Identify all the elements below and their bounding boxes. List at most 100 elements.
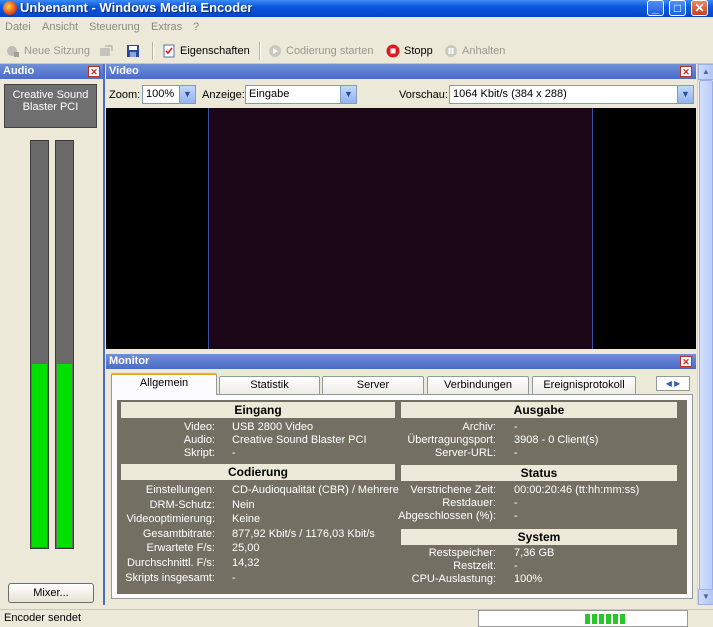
scroll-thumb[interactable]: [699, 80, 713, 594]
stat-value: -: [514, 421, 518, 433]
zoom-select[interactable]: 100% ▼: [142, 85, 196, 104]
stat-value: 00:00:20:46 (tt:hh:mm:ss): [514, 484, 640, 496]
chevron-down-icon[interactable]: ▼: [340, 86, 356, 103]
pause-button[interactable]: Anhalten: [444, 43, 505, 59]
pause-icon: [445, 45, 457, 57]
zoom-label: Zoom:: [109, 89, 141, 101]
view-value: Eingabe: [249, 88, 290, 100]
tab-statistik[interactable]: Statistik: [219, 376, 320, 394]
video-frame: [208, 108, 593, 349]
zoom-value: 100%: [146, 88, 175, 100]
toolbar: Neue Sitzung Eigenschaften Codierung sta…: [0, 38, 713, 64]
video-close-icon[interactable]: ✕: [680, 66, 692, 77]
stat-label: Einstellungen:: [145, 484, 215, 496]
stat-value: 100%: [514, 573, 543, 585]
stop-label: Stopp: [404, 45, 433, 57]
menu-steuerung[interactable]: Steuerung: [89, 21, 140, 33]
menu-extras[interactable]: Extras: [151, 21, 182, 33]
properties-button[interactable]: Eigenschaften: [162, 43, 250, 59]
tab-server[interactable]: Server: [322, 376, 424, 394]
audio-device-line2: Blaster PCI: [22, 101, 79, 113]
close-button[interactable]: ✕: [691, 0, 708, 16]
stat-value: 3908 - 0 Client(s): [514, 434, 599, 446]
video-panel-title: Video: [106, 64, 696, 79]
stat-label: Videooptimierung:: [126, 513, 215, 525]
tab-scroll-icon[interactable]: ◀ ▶: [656, 376, 690, 391]
audio-device-box: Creative Sound Blaster PCI: [4, 84, 97, 128]
audio-close-icon[interactable]: ✕: [88, 66, 100, 77]
tab-ereignisprotokoll[interactable]: Ereignisprotokoll: [532, 376, 636, 394]
scroll-down-icon[interactable]: ▼: [698, 589, 713, 605]
section-output-title: Ausgabe: [401, 402, 677, 418]
activity-indicator: [478, 610, 688, 627]
stat-value: -: [514, 560, 518, 572]
stat-value: -: [514, 447, 518, 459]
menu-bar: Datei Ansicht Steuerung Extras ?: [0, 17, 713, 37]
save-button[interactable]: [126, 43, 140, 59]
properties-label: Eigenschaften: [180, 45, 250, 57]
audio-meter-right: [55, 140, 74, 549]
app-icon: [3, 1, 17, 15]
stat-label: Verstrichene Zeit:: [410, 484, 496, 496]
view-select[interactable]: Eingabe ▼: [245, 85, 357, 104]
video-controls: Zoom: 100% ▼ Anzeige: Eingabe ▼ Vorschau…: [106, 80, 696, 108]
view-label: Anzeige:: [202, 89, 245, 101]
preview-select[interactable]: 1064 Kbit/s (384 x 288) ▼: [449, 85, 694, 104]
stat-value: 25,00: [232, 542, 260, 554]
open-icon: [100, 45, 113, 56]
save-icon: [127, 45, 139, 57]
tab-verbindungen[interactable]: Verbindungen: [427, 376, 529, 394]
stat-label: Durchschnittl. F/s:: [126, 557, 215, 569]
section-encoding-title: Codierung: [121, 464, 395, 480]
maximize-button[interactable]: □: [669, 0, 686, 16]
minimize-button[interactable]: _: [647, 0, 664, 16]
start-encoding-button[interactable]: Codierung starten: [268, 43, 373, 59]
audio-panel: Audio ✕: [0, 64, 105, 605]
pause-label: Anhalten: [462, 45, 506, 57]
stat-value: USB 2800 Video: [232, 421, 314, 433]
chevron-down-icon[interactable]: ▼: [179, 86, 195, 103]
stat-value: Keine: [232, 513, 261, 525]
audio-device-line1: Creative Sound: [12, 89, 89, 101]
stat-value: -: [232, 572, 236, 584]
stat-value: Nein: [232, 499, 255, 511]
status-bar: Encoder sendet: [0, 609, 713, 627]
stat-label: Archiv:: [462, 421, 496, 433]
scroll-up-icon[interactable]: ▲: [698, 64, 713, 80]
vertical-scrollbar[interactable]: ▲ ▼: [697, 64, 713, 605]
play-icon: [269, 45, 281, 57]
open-button[interactable]: [99, 43, 113, 59]
stat-label: Restdauer:: [442, 497, 496, 509]
audio-meter-left-fill: [32, 363, 47, 547]
stat-label: Server-URL:: [434, 447, 496, 459]
monitor-panel-title: Monitor: [106, 354, 696, 369]
preview-label: Vorschau:: [399, 89, 448, 101]
stop-icon: [386, 44, 400, 58]
stat-label: DRM-Schutz:: [149, 499, 215, 511]
stat-label: Restzeit:: [453, 560, 496, 572]
stop-button[interactable]: Stopp: [386, 43, 433, 59]
tab-allgemein[interactable]: Allgemein: [111, 373, 217, 395]
stat-value: CD-Audioqualität (CBR) / Mehrere: [232, 484, 399, 496]
monitor-close-icon[interactable]: ✕: [680, 356, 692, 367]
status-text: Encoder sendet: [4, 612, 82, 624]
properties-icon: [163, 44, 175, 58]
title-bar: Unbenannt - Windows Media Encoder _ □ ✕: [0, 0, 713, 17]
mixer-button[interactable]: Mixer...: [8, 583, 94, 603]
window-title: Unbenannt - Windows Media Encoder: [20, 0, 253, 15]
audio-meter-right-fill: [57, 363, 72, 547]
stat-label: Skripts insgesamt:: [125, 572, 215, 584]
chevron-down-icon[interactable]: ▼: [677, 86, 693, 103]
stat-value: 877,92 Kbit/s / 1176,03 Kbit/s: [232, 528, 375, 540]
section-input-title: Eingang: [121, 402, 395, 418]
stat-value: -: [514, 497, 518, 509]
menu-ansicht[interactable]: Ansicht: [42, 21, 78, 33]
section-system-title: System: [401, 529, 677, 545]
video-panel-header: Video ✕: [106, 64, 696, 80]
menu-datei[interactable]: Datei: [5, 21, 31, 33]
stat-label: Video:: [184, 421, 215, 433]
new-session-label: Neue Sitzung: [24, 45, 91, 57]
menu-help[interactable]: ?: [193, 21, 199, 33]
video-preview: [106, 108, 696, 349]
new-session-button[interactable]: Neue Sitzung: [6, 43, 90, 59]
